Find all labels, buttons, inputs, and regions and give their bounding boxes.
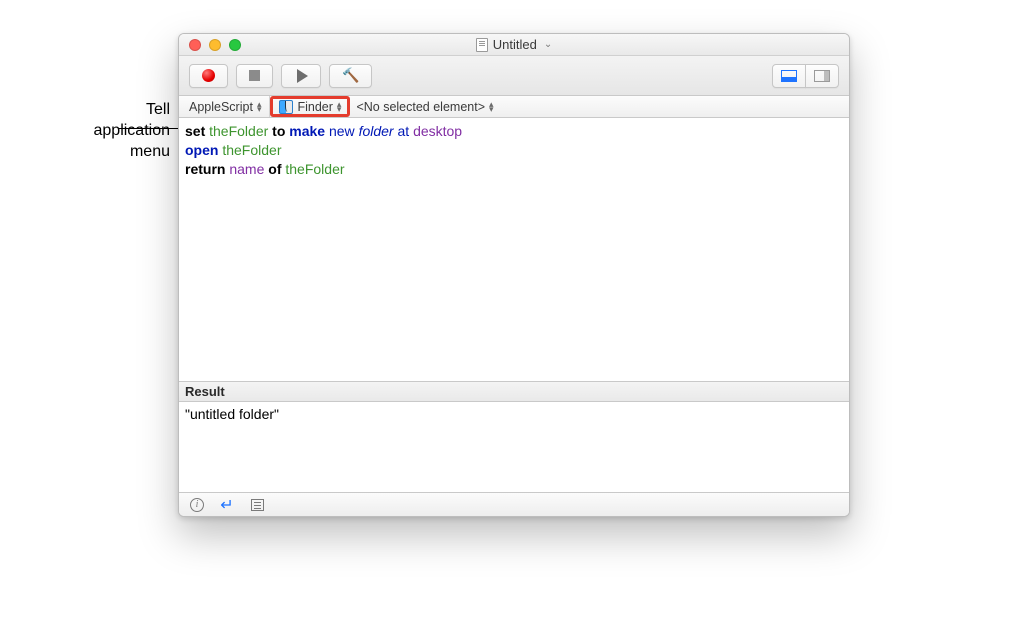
toolbar: 🔨 <box>179 56 849 96</box>
document-icon <box>476 38 488 52</box>
description-button[interactable]: i <box>189 497 205 513</box>
titlebar[interactable]: Untitled ⌄ <box>179 34 849 56</box>
element-menu[interactable]: <No selected element> ▴▾ <box>350 96 501 117</box>
language-menu[interactable]: AppleScript ▴▾ <box>183 96 270 117</box>
stop-icon <box>249 70 260 81</box>
info-icon: i <box>190 498 204 512</box>
code-line: set theFolder to make new folder at desk… <box>185 122 843 141</box>
annotation-label: Tell application menu <box>0 100 170 162</box>
result-header: Result <box>179 381 849 402</box>
right-panel-icon <box>814 70 830 82</box>
stop-button[interactable] <box>236 64 273 88</box>
script-editor-window: Untitled ⌄ 🔨 AppleScript ▴▾ Finder ▴▾ <N… <box>178 33 850 517</box>
status-bar: i ↵ <box>179 492 849 516</box>
updown-icon: ▴▾ <box>489 102 494 112</box>
result-value: "untitled folder" <box>185 406 279 422</box>
list-icon <box>251 499 264 511</box>
show-side-pane-button[interactable] <box>805 64 839 88</box>
chevron-down-icon: ⌄ <box>544 39 552 50</box>
window-title-text: Untitled <box>493 37 537 52</box>
minimize-button[interactable] <box>209 39 221 51</box>
bottom-panel-icon <box>781 70 797 82</box>
tell-application-menu[interactable]: Finder ▴▾ <box>270 96 350 117</box>
hammer-icon: 🔨 <box>342 67 359 84</box>
close-button[interactable] <box>189 39 201 51</box>
show-result-pane-button[interactable] <box>772 64 806 88</box>
annotation-line2: application <box>94 122 171 139</box>
run-button[interactable] <box>281 64 321 88</box>
traffic-lights <box>189 39 241 51</box>
script-editor-pane[interactable]: set theFolder to make new folder at desk… <box>179 118 849 381</box>
log-button[interactable] <box>249 497 265 513</box>
play-icon <box>297 69 308 83</box>
result-header-label: Result <box>185 384 225 399</box>
code-line: return name of theFolder <box>185 160 843 179</box>
navigation-bar: AppleScript ▴▾ Finder ▴▾ <No selected el… <box>179 96 849 118</box>
annotation-line1: Tell <box>146 101 170 118</box>
tell-application-menu-label: Finder <box>297 100 332 114</box>
language-menu-label: AppleScript <box>189 100 253 114</box>
result-pane[interactable]: "untitled folder" <box>179 402 849 492</box>
panel-segmented-control <box>772 64 839 88</box>
compile-button[interactable]: 🔨 <box>329 64 372 88</box>
return-icon: ↵ <box>220 495 233 515</box>
code-line: open theFolder <box>185 141 843 160</box>
window-title[interactable]: Untitled ⌄ <box>476 37 552 52</box>
zoom-button[interactable] <box>229 39 241 51</box>
element-menu-label: <No selected element> <box>356 100 485 114</box>
finder-icon <box>279 100 293 114</box>
result-button[interactable]: ↵ <box>219 497 235 513</box>
record-button[interactable] <box>189 64 228 88</box>
annotation-line3: menu <box>130 143 170 160</box>
updown-icon: ▴▾ <box>337 102 342 112</box>
updown-icon: ▴▾ <box>257 102 262 112</box>
record-icon <box>202 69 215 82</box>
